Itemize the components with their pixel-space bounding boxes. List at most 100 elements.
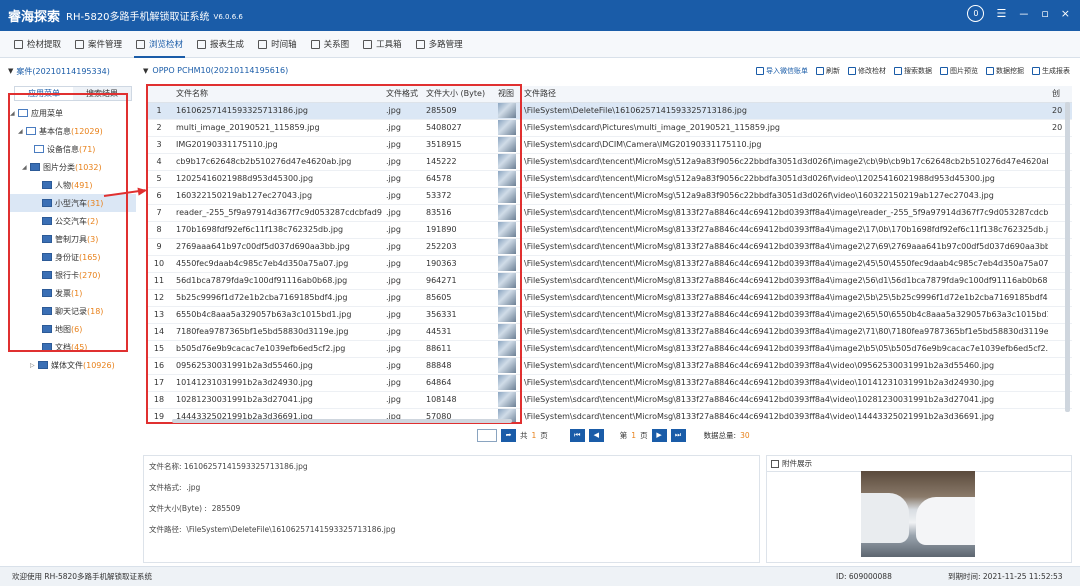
menu-relation-graph[interactable]: 关系图 (305, 31, 356, 58)
table-row[interactable]: 6 160322150219ab127ec27043.jpg .jpg 53372 \F… (146, 187, 1072, 205)
table-row[interactable]: 16 09562530031991b2a3d55460.jpg .jpg 88848 \… (146, 357, 1072, 375)
cell-view (494, 357, 520, 375)
cell-filename: 10141231031991b2a3d24930.jpg (172, 374, 382, 392)
device-title[interactable]: ▼ OPPO PCHM10(20210114195616) (143, 66, 288, 75)
prev-page-button[interactable]: ◀ (588, 428, 604, 442)
menu-case-management[interactable]: 案件管理 (69, 31, 128, 58)
table-row[interactable]: 10 4550fec9daab4c985c7eb4d350a75a07.jpg .j… (146, 255, 1072, 273)
file-table: 文件名称 文件格式 文件大小 (Byte) 视图 文件路径 创 1 1610625… (146, 86, 1072, 422)
maximize-icon[interactable]: ▫ (1041, 7, 1048, 20)
col-header-path[interactable]: 文件路径 (520, 86, 1048, 103)
detail-label: 文件格式: (149, 483, 182, 492)
table-row[interactable]: 1 1610625714159332571318​6.jpg .jpg 285509 \… (146, 102, 1072, 120)
edit-evidence-button[interactable]: 修改检材 (848, 66, 886, 76)
notification-count-icon[interactable]: 0 (967, 5, 985, 22)
table-row[interactable]: 14 7180fea9787365bf1e5bd58830d3119e.jpg .j… (146, 323, 1072, 341)
table-row[interactable]: 13 6550b4c8aaa5a329057b63a3c1015bd1.jpg .j… (146, 306, 1072, 324)
table-row[interactable]: 7 reader_-255_5f9a97914d367f7c9d05328​7cd… (146, 204, 1072, 222)
table-row[interactable]: 8 170b1698fdf92ef6c11f138c762325db.jpg .jp… (146, 221, 1072, 239)
menu-multi-manage[interactable]: 多路管理 (410, 31, 469, 58)
cell-view (494, 170, 520, 188)
edit-icon (848, 67, 856, 75)
cell-view (494, 153, 520, 171)
menu-evidence-extract[interactable]: 检材提取 (8, 31, 67, 58)
menu-label: 时间轴 (271, 40, 297, 50)
thumbnail-image[interactable] (498, 290, 516, 305)
cell-size: 88611 (422, 340, 494, 358)
minimize-icon[interactable]: － (1018, 6, 1029, 22)
first-page-button[interactable]: ⏮ (569, 428, 585, 442)
thumbnail-image[interactable] (498, 256, 516, 271)
col-header-filename[interactable]: 文件名称 (172, 86, 382, 103)
case-title[interactable]: ▼ 案件(20210114195334) (8, 62, 136, 80)
thumbnail-image[interactable] (498, 171, 516, 186)
extract-icon (14, 39, 23, 49)
thumbnail-image[interactable] (498, 358, 516, 373)
cell-filename: 2769aaa641b97c00df5d037d690aa3bb.jpg (172, 238, 382, 256)
search-data-button[interactable]: 搜索数据 (894, 66, 932, 76)
cell-path: \FileSystem\sdcard\tencent\MicroMsg\8133… (520, 289, 1048, 307)
cell-index: 10 (146, 255, 172, 273)
image-preview-button[interactable]: 图片预览 (940, 66, 978, 76)
generate-report-button[interactable]: 生成报表 (1032, 66, 1070, 76)
cell-index: 19 (146, 408, 172, 422)
thumbnail-image[interactable] (498, 154, 516, 169)
table-row[interactable]: 12 5b25c9996f1d72e1b2cba7169185bdf4.jpg .j… (146, 289, 1072, 307)
cell-view (494, 238, 520, 256)
table-row[interactable]: 17 10141231031991b2a3d24930.jpg .jpg 64864 \… (146, 374, 1072, 392)
attachment-image[interactable] (861, 471, 975, 557)
cell-size: 53372 (422, 187, 494, 205)
menu-toolbox[interactable]: 工具箱 (357, 31, 408, 58)
thumbnail-image[interactable] (498, 341, 516, 356)
thumbnail-image[interactable] (498, 103, 516, 118)
go-page-button[interactable]: ➦ (501, 428, 516, 442)
thumbnail-image[interactable] (498, 392, 516, 407)
import-wechat-bill-button[interactable]: 导入微信账单 (756, 66, 808, 76)
total-pages-value: 1 (531, 430, 537, 440)
thumbnail-image[interactable] (498, 205, 516, 220)
cell-size: 88848 (422, 357, 494, 375)
thumbnail-image[interactable] (498, 324, 516, 339)
col-header-size[interactable]: 文件大小 (Byte) (422, 86, 494, 103)
menu-timeline[interactable]: 时间轴 (252, 31, 303, 58)
tree-node-media-files[interactable]: ▷ 媒体文件 (10926) (8, 356, 136, 374)
horizontal-scrollbar[interactable] (172, 419, 512, 423)
table-row[interactable]: 2 multi_image_20190521_115859.jpg .jpg 5408… (146, 119, 1072, 137)
last-page-button[interactable]: ⏭ (670, 428, 686, 442)
page-jump-input[interactable] (477, 428, 497, 442)
table-row[interactable]: 18 10281230031991b2a3d27041.jpg .jpg 108148… (146, 391, 1072, 409)
thumbnail-image[interactable] (498, 120, 516, 135)
vertical-scrollbar[interactable] (1065, 102, 1070, 412)
next-page-button[interactable]: ▶ (651, 428, 667, 442)
thumbnail-image[interactable] (498, 188, 516, 203)
window-controls: 0 ☰ － ▫ × (967, 5, 1070, 22)
col-header-index[interactable] (146, 86, 172, 103)
menu-report[interactable]: 报表生成 (191, 31, 250, 58)
col-header-view[interactable]: 视图 (494, 86, 520, 103)
thumbnail-image[interactable] (498, 307, 516, 322)
table-row[interactable]: 15 b505d76e9b9cacac7e1039efb6ed5cf2.jpg .j… (146, 340, 1072, 358)
col-header-format[interactable]: 文件格式 (382, 86, 422, 103)
col-header-created[interactable]: 创 (1048, 86, 1072, 103)
pagination: ➦ 共 1 页 ⏮ ◀ 第 1 页 ▶ ⏭ 数据总量: 30 (477, 427, 750, 443)
thumbnail-image[interactable] (498, 375, 516, 390)
refresh-button[interactable]: 刷新 (816, 66, 840, 76)
thumbnail-image[interactable] (498, 137, 516, 152)
menu-browse-evidence[interactable]: 浏览检材 (130, 31, 189, 58)
thumbnail-image[interactable] (498, 273, 516, 288)
table-row[interactable]: 11 56d1bca7879fda9c100df91116ab0b68.jpg .j… (146, 272, 1072, 290)
menu-icon[interactable]: ☰ (996, 7, 1006, 20)
total-count-label: 数据总量: (703, 430, 737, 440)
cell-view (494, 272, 520, 290)
table-row[interactable]: 5 12025416021988d953d45300.jpg .jpg 64578 \F… (146, 170, 1072, 188)
cell-size: 64578 (422, 170, 494, 188)
thumbnail-image[interactable] (498, 222, 516, 237)
thumbnail-image[interactable] (498, 239, 516, 254)
table-row[interactable]: 9 2769aaa641b97c00df5d037d690aa3bb.jpg .jp… (146, 238, 1072, 256)
table-row[interactable]: 3 IMG20190331175110.jpg .jpg 3518915 \FileSy… (146, 136, 1072, 154)
cell-size: 964271 (422, 272, 494, 290)
table-row[interactable]: 4 cb9b17c62648cb2b510276d47e4620ab.jpg .jp… (146, 153, 1072, 171)
close-icon[interactable]: × (1061, 7, 1070, 20)
data-mining-button[interactable]: 数据挖掘 (986, 66, 1024, 76)
browse-icon (136, 39, 146, 49)
